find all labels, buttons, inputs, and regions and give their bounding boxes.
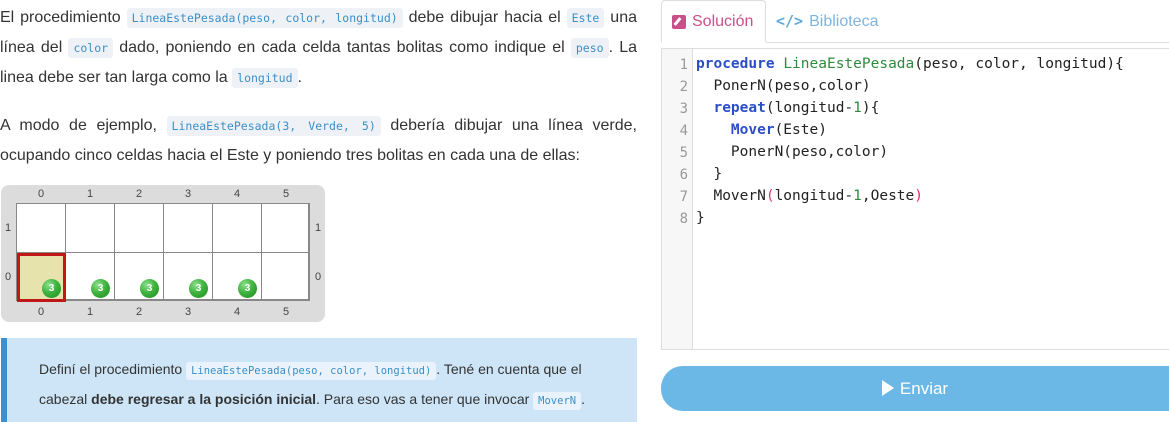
line-number: 5 xyxy=(679,145,688,161)
line-number: 4 xyxy=(679,123,688,139)
code-text: } xyxy=(696,166,723,182)
board-cell xyxy=(17,204,66,253)
procedure-name: LineaEstePesada xyxy=(783,56,915,72)
board-cell xyxy=(262,204,309,253)
keyword: repeat xyxy=(713,100,766,116)
col-label-top: 3 xyxy=(184,188,192,200)
code-text: (peso, color, longitud){ xyxy=(914,56,1124,72)
col-label-top: 4 xyxy=(233,188,241,200)
code-text: (longitud- xyxy=(765,100,854,116)
code-text: } xyxy=(696,210,705,226)
edit-icon xyxy=(672,15,686,29)
code-line: PonerN(peso,color) xyxy=(696,144,888,160)
green-ball: 3 xyxy=(189,279,208,298)
keyword: procedure xyxy=(696,56,775,72)
code-line: Mover(Este) xyxy=(696,122,827,138)
board-grid: 3 3 3 3 3 xyxy=(16,203,310,302)
code-line: MoverN(longitud-1,Oeste) xyxy=(696,188,923,204)
code-procedure-signature: LineaEstePesada(peso, color, longitud) xyxy=(126,8,403,28)
tab-library-label: Biblioteca xyxy=(809,13,879,30)
board-cell xyxy=(115,204,164,253)
line-number: 1 xyxy=(679,57,688,73)
line-number: 3 xyxy=(679,101,688,117)
code-line: procedure LineaEstePesada(peso, color, l… xyxy=(696,56,1124,72)
col-label-top: 5 xyxy=(282,188,290,200)
code-procedure-signature: LineaEstePesada(peso, color, longitud) xyxy=(186,362,437,380)
green-ball: 3 xyxy=(238,279,257,298)
row-label-right: 1 xyxy=(314,222,322,234)
description-paragraph-2: A modo de ejemplo, LineaEstePesada(3, Ve… xyxy=(0,111,637,171)
code-icon: </> xyxy=(776,12,804,30)
col-label-top: 0 xyxy=(37,188,45,200)
number: 1 xyxy=(853,188,862,204)
matched-paren: ) xyxy=(914,188,924,204)
line-number: 6 xyxy=(679,167,688,183)
tab-library[interactable]: </> Biblioteca xyxy=(776,0,878,42)
text: . Para eso vas a tener que invocar xyxy=(316,391,534,407)
col-label-bottom: 3 xyxy=(184,306,192,318)
board-cell xyxy=(66,204,115,253)
col-label-bottom: 0 xyxy=(37,306,45,318)
keyword: Mover xyxy=(730,122,775,138)
col-label-bottom: 2 xyxy=(135,306,143,318)
code-text: longitud- xyxy=(774,188,854,204)
code-line: } xyxy=(696,166,722,182)
code-text: ,Oeste xyxy=(861,188,915,204)
text: debe dibujar hacia el xyxy=(402,9,567,26)
code-example-call: LineaEstePesada(3, Verde, 5) xyxy=(166,116,381,136)
tip-note-text: Definí el procedimiento LineaEstePesada(… xyxy=(39,355,619,415)
play-icon xyxy=(881,380,894,396)
green-ball: 3 xyxy=(42,279,61,298)
bold-text: debe regresar a la posición inicial xyxy=(91,391,317,407)
code-longitud: longitud xyxy=(232,68,298,88)
line-gutter: 1 2 3 4 5 6 7 8 xyxy=(662,49,693,349)
tab-solution[interactable]: Solución xyxy=(661,0,766,42)
col-label-top: 2 xyxy=(135,188,143,200)
line-number: 2 xyxy=(679,79,688,95)
matched-paren: ( xyxy=(765,188,775,204)
code-editor[interactable]: 1 2 3 4 5 6 7 8 procedure LineaEstePesad… xyxy=(661,48,1169,350)
tab-solution-label: Solución xyxy=(692,13,754,30)
text: A modo de ejemplo, xyxy=(0,117,167,134)
code-line: repeat(longitud-1){ xyxy=(696,100,879,116)
description-paragraph-1: El procedimiento LineaEstePesada(peso, c… xyxy=(0,3,637,93)
green-ball: 3 xyxy=(91,279,110,298)
text: . xyxy=(297,69,302,86)
code-este: Este xyxy=(566,8,605,28)
tab-divider xyxy=(766,42,1169,43)
text: El procedimiento xyxy=(0,9,127,26)
board-cell xyxy=(213,204,262,253)
code-text: (Este) xyxy=(774,122,827,138)
board-cell xyxy=(262,253,309,300)
code-movern: MoverN xyxy=(533,392,582,410)
text: Definí el procedimiento xyxy=(39,361,187,377)
code-text: MoverN xyxy=(696,188,766,204)
code-line: } xyxy=(696,210,705,226)
code-line: PonerN(peso,color) xyxy=(696,78,871,94)
code-color: color xyxy=(68,38,114,58)
text: . xyxy=(581,391,585,407)
line-number: 8 xyxy=(679,211,688,227)
code-text: PonerN(peso,color) xyxy=(696,78,871,94)
col-label-bottom: 5 xyxy=(282,306,290,318)
col-label-bottom: 1 xyxy=(86,306,94,318)
code-text: PonerN(peso,color) xyxy=(696,144,889,160)
text: dado, poniendo en cada celda tantas boli… xyxy=(113,39,571,56)
number: 1 xyxy=(853,100,862,116)
board-cell xyxy=(164,204,213,253)
col-label-bottom: 4 xyxy=(233,306,241,318)
submit-button[interactable]: Enviar xyxy=(661,366,1169,411)
green-ball: 3 xyxy=(140,279,159,298)
example-board: 0 1 2 3 4 5 0 1 2 3 4 5 1 0 1 0 3 3 3 3 … xyxy=(1,185,325,322)
tip-note: Definí el procedimiento LineaEstePesada(… xyxy=(1,338,637,422)
row-label-right: 0 xyxy=(314,271,322,283)
code-peso: peso xyxy=(570,38,609,58)
col-label-top: 1 xyxy=(86,188,94,200)
line-number: 7 xyxy=(679,189,688,205)
code-text: ){ xyxy=(861,100,880,116)
submit-label: Enviar xyxy=(899,379,949,398)
